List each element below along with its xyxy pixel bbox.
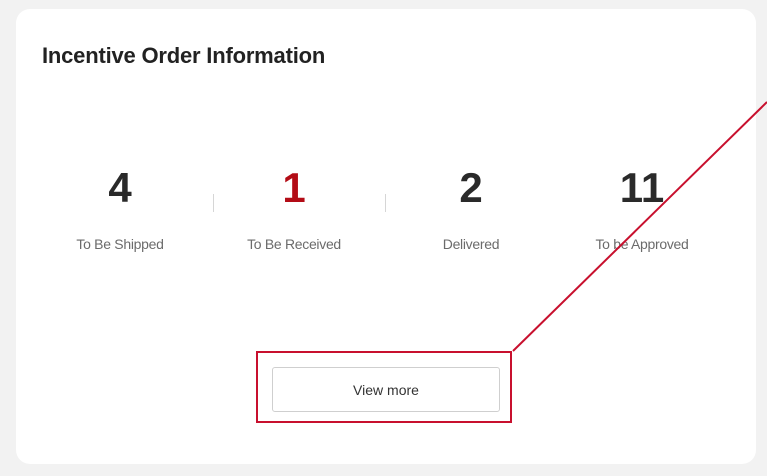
- stat-label-to-be-received: To Be Received: [247, 236, 341, 252]
- stat-to-be-received[interactable]: 1 To Be Received: [209, 160, 379, 252]
- stat-label-to-be-shipped: To Be Shipped: [76, 236, 164, 252]
- stat-value-to-be-received: 1: [282, 164, 306, 211]
- stat-label-delivered: Delivered: [442, 236, 500, 252]
- order-stats-row: 4 To Be Shipped 1 To Be Received 2 Deliv…: [25, 160, 725, 270]
- stat-value-to-be-shipped: 4: [108, 164, 132, 211]
- stat-label-to-be-approved: To be Approved: [595, 236, 689, 252]
- card-title: Incentive Order Information: [42, 43, 326, 68]
- stat-value-delivered: 2: [459, 164, 483, 211]
- stat-delivered[interactable]: 2 Delivered: [386, 160, 556, 252]
- screenshot-canvas: Incentive Order Information 4 To Be Ship…: [0, 0, 767, 476]
- stat-to-be-approved[interactable]: 11 To be Approved: [557, 160, 727, 252]
- stat-value-to-be-approved: 11: [619, 164, 665, 211]
- stat-to-be-shipped[interactable]: 4 To Be Shipped: [35, 160, 205, 252]
- annotation-highlight-box: [256, 351, 512, 423]
